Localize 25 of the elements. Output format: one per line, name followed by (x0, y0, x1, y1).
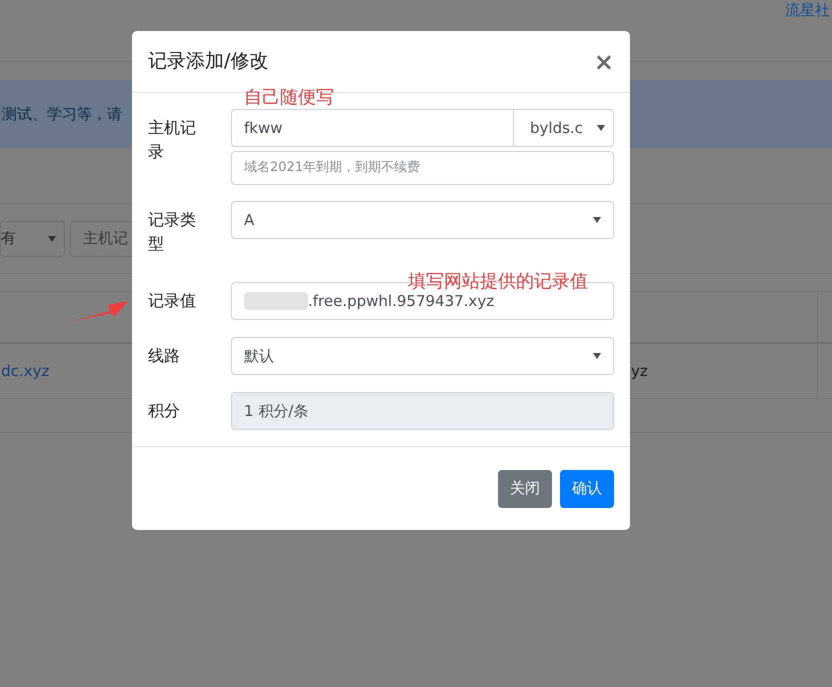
field-label: 记录类型 (148, 209, 197, 255)
field-label: 记录值 (148, 290, 197, 312)
domain-select[interactable]: bylds.c (514, 109, 614, 147)
hint-input[interactable]: 域名2021年到期，到期不续费 (231, 151, 614, 185)
select-field[interactable]: 默认 (231, 337, 614, 375)
text-input: 1 积分/条 (231, 392, 614, 430)
caret-icon (593, 217, 601, 223)
field-label: 主机记录 (148, 117, 197, 163)
field-label: 积分 (148, 400, 181, 422)
close-dialog-button[interactable]: 关闭 (498, 470, 552, 508)
field-label: 线路 (148, 345, 181, 367)
caret-icon (48, 236, 56, 242)
blur-redaction (244, 292, 308, 310)
arrow-annotation (70, 299, 128, 324)
table-cell-text: yz (631, 360, 648, 382)
caret-icon (593, 353, 601, 359)
host-input[interactable]: fkww (231, 109, 514, 147)
close-button[interactable]: × (594, 50, 614, 74)
notice-text: 测试、学习等，请 (1, 104, 122, 125)
filter-select[interactable]: 有 (0, 220, 65, 256)
caret-icon (597, 125, 605, 131)
confirm-button[interactable]: 确认 (560, 470, 614, 508)
select-field[interactable]: A (231, 201, 614, 239)
annotation-text: 自己随便写 (244, 86, 334, 110)
dialog-title: 记录添加/修改 (148, 49, 268, 74)
